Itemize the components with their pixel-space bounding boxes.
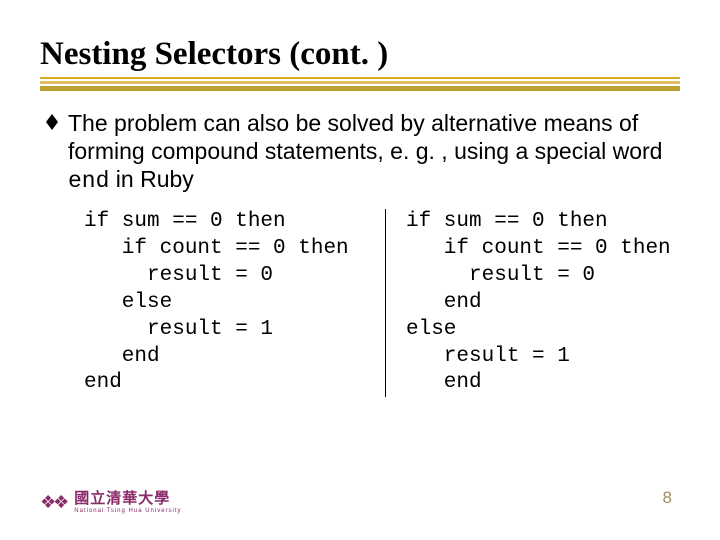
diamond-bullet-icon: [46, 113, 58, 136]
logo-text: 國立清華大學 National Tsing Hua University: [74, 491, 181, 514]
bullet-text-post: in Ruby: [109, 166, 193, 192]
inline-code-end: end: [68, 168, 109, 194]
code-block-right: if sum == 0 then if count == 0 then resu…: [386, 209, 671, 397]
logo-english: National Tsing Hua University: [74, 508, 181, 514]
logo-icon: ❖❖: [40, 492, 66, 513]
bullet-text-pre: The problem can also be solved by altern…: [68, 110, 662, 164]
code-columns: if sum == 0 then if count == 0 then resu…: [84, 209, 680, 397]
slide: Nesting Selectors (cont. ) The problem c…: [0, 0, 720, 540]
slide-title: Nesting Selectors (cont. ): [40, 36, 680, 73]
bullet-item: The problem can also be solved by altern…: [40, 109, 680, 195]
page-number: 8: [663, 488, 672, 508]
code-block-left: if sum == 0 then if count == 0 then resu…: [84, 209, 386, 397]
logo-chinese: 國立清華大學: [74, 491, 181, 506]
bullet-text: The problem can also be solved by altern…: [68, 109, 680, 195]
title-underline: [40, 77, 680, 91]
university-logo: ❖❖ 國立清華大學 National Tsing Hua University: [40, 491, 182, 514]
